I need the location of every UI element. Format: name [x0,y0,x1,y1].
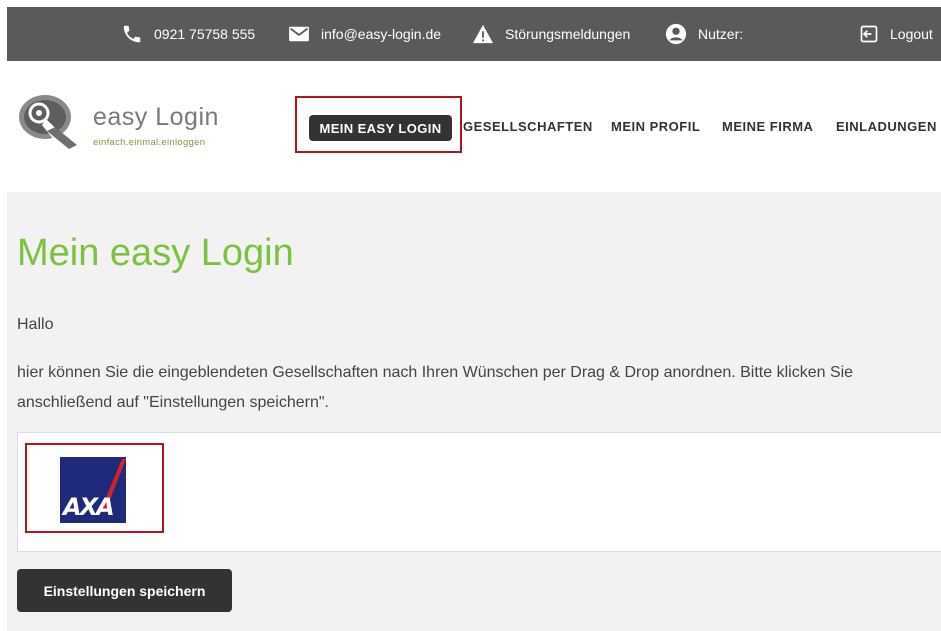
nav-item-meine-firma[interactable]: MEINE FIRMA [722,119,813,134]
axa-logo-lettering: AXA [61,493,113,521]
mail-icon [289,26,309,42]
page-title: Mein easy Login [17,232,294,274]
phone-icon [123,25,141,43]
phone-number: 0921 75758 555 [154,26,256,42]
main-navigation: MEIN EASY LOGIN GESELLSCHAFTEN MEIN PROF… [7,61,941,192]
main-content: Mein easy Login Hallo hier können Sie di… [7,192,941,631]
company-sort-area: AXA [17,432,941,552]
nav-highlight-frame [295,96,462,153]
phone-contact[interactable]: 0921 75758 555 [121,7,255,61]
nav-item-einladungen[interactable]: EINLADUNGEN [836,119,937,134]
email-contact[interactable]: info@easy-login.de [288,7,441,61]
save-settings-button[interactable]: Einstellungen speichern [17,569,232,612]
alerts-link[interactable]: Störungsmeldungen [472,7,630,61]
company-tile-axa[interactable]: AXA [25,443,164,533]
intro-text: hier können Sie die eingeblendeten Gesel… [17,364,854,411]
top-contact-bar: 0921 75758 555 info@easy-login.de Störun… [7,7,941,61]
logout-link[interactable]: Logout [859,7,933,61]
warning-icon [473,24,493,44]
email-address: info@easy-login.de [321,26,442,42]
axa-logo: AXA [60,457,126,523]
nav-item-gesellschaften[interactable]: GESELLSCHAFTEN [463,119,593,134]
logout-icon [860,25,878,43]
user-label: Nutzer: [698,26,744,42]
user-icon [665,23,687,45]
logout-label: Logout [890,26,933,42]
greeting-text: Hallo [17,316,54,333]
axa-logo-graphic: AXA [60,457,126,523]
alerts-label: Störungsmeldungen [505,26,631,42]
site-header: easy Login einfach.einmal.einloggen MEIN… [7,61,941,192]
user-info[interactable]: Nutzer: [665,7,743,61]
nav-item-mein-profil[interactable]: MEIN PROFIL [611,119,700,134]
